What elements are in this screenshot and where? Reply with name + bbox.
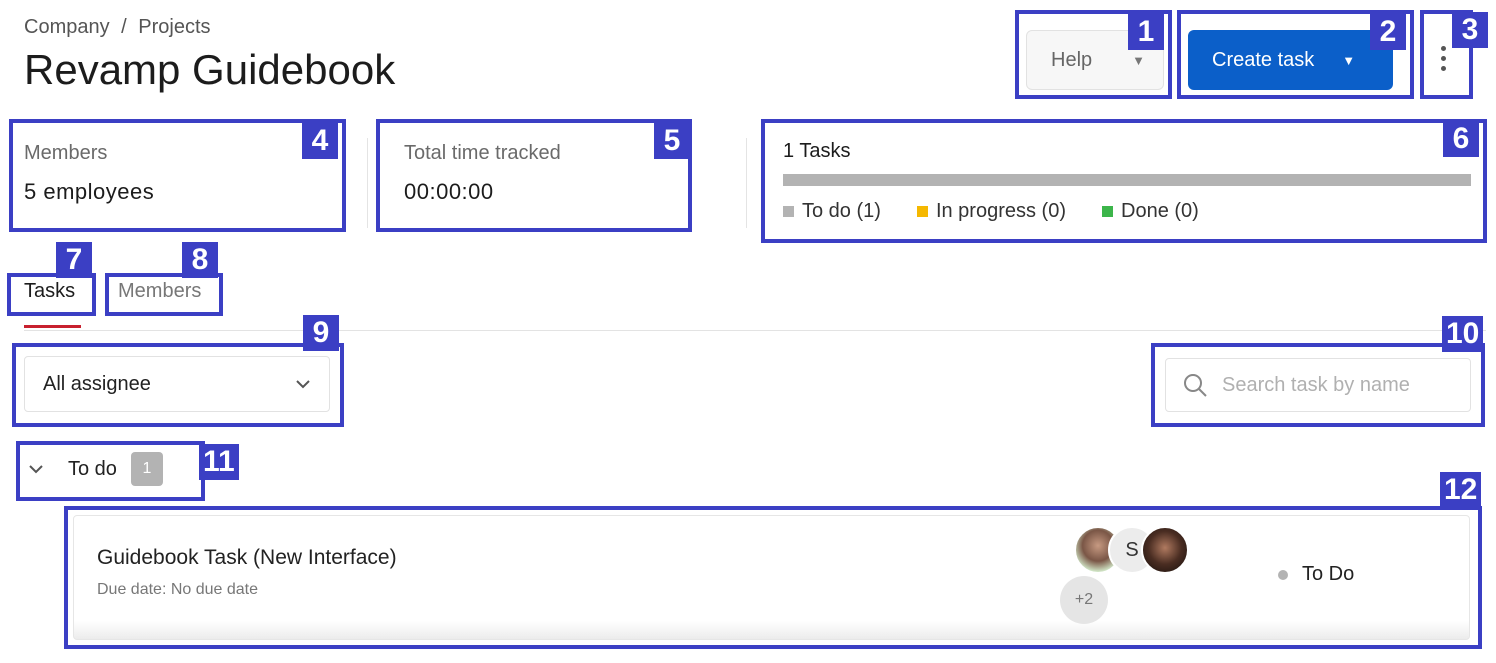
tasks-legend: To do (1) In progress (0) Done (0) <box>783 200 1199 223</box>
breadcrumb-company[interactable]: Company <box>24 16 110 38</box>
annotation-label: 3 <box>1452 12 1488 48</box>
legend-done: Done (0) <box>1102 200 1199 223</box>
task-card[interactable] <box>73 515 1470 640</box>
task-status: To Do <box>1278 563 1354 586</box>
breadcrumb: Company / Projects <box>24 16 217 39</box>
chevron-down-icon[interactable] <box>28 464 44 474</box>
members-stat-value: 5 employees <box>24 179 155 204</box>
time-tracked-label: Total time tracked <box>404 142 561 164</box>
caret-down-icon: ▼ <box>1132 52 1146 68</box>
annotation-label: 11 <box>199 444 239 480</box>
annotation-label: 9 <box>303 315 339 351</box>
task-title[interactable]: Guidebook Task (New Interface) <box>97 546 397 570</box>
annotation-label: 8 <box>182 242 218 278</box>
task-status-label: To Do <box>1302 563 1355 585</box>
annotation-label: 1 <box>1128 14 1164 50</box>
assignee-select-value: All assignee <box>43 372 151 395</box>
group-label: To do <box>68 457 117 480</box>
group-count-badge: 1 <box>130 452 163 486</box>
legend-todo: To do (1) <box>783 200 881 223</box>
search-input[interactable] <box>1222 373 1452 397</box>
annotation-label: 2 <box>1370 14 1406 50</box>
breadcrumb-projects[interactable]: Projects <box>138 16 210 38</box>
search-field[interactable] <box>1165 358 1471 412</box>
status-dot-icon <box>1278 569 1288 580</box>
tabs-divider <box>24 330 1486 331</box>
annotation-label: 7 <box>56 242 92 278</box>
annotation-label: 6 <box>1443 121 1479 157</box>
chevron-down-icon <box>296 380 310 389</box>
tab-tasks[interactable]: Tasks <box>24 280 75 303</box>
in-progress-swatch-icon <box>916 206 928 217</box>
divider <box>746 138 747 228</box>
legend-in-progress: In progress (0) <box>916 200 1066 223</box>
tasks-summary-title: 1 Tasks <box>783 140 851 162</box>
avatar <box>1141 526 1189 574</box>
active-tab-indicator <box>24 325 81 328</box>
breadcrumb-separator: / <box>121 16 127 38</box>
members-stat: Members 5 employees <box>24 142 154 205</box>
legend-in-progress-label: In progress (0) <box>935 200 1066 222</box>
legend-done-label: Done (0) <box>1121 200 1199 222</box>
task-due-date: Due date: No due date <box>97 581 259 598</box>
annotation-label: 4 <box>302 123 338 159</box>
divider <box>367 138 368 228</box>
page-title: Revamp Guidebook <box>24 46 396 93</box>
avatar-alt-text: S <box>1125 538 1139 561</box>
annotation-label: 10 <box>1442 316 1484 352</box>
more-assignees-badge: +2 <box>1060 576 1108 624</box>
legend-todo-label: To do (1) <box>802 200 881 222</box>
tab-members[interactable]: Members <box>118 280 201 303</box>
todo-swatch-icon <box>783 206 794 217</box>
annotation-label: 12 <box>1440 472 1482 508</box>
todo-group-header[interactable]: To do 1 <box>28 452 163 486</box>
time-tracked-value: 00:00:00 <box>404 179 494 204</box>
annotation-label: 5 <box>654 123 690 159</box>
search-icon <box>1184 374 1207 397</box>
create-task-label: Create task <box>1212 48 1315 71</box>
create-task-button[interactable]: Create task ▼ <box>1188 30 1393 90</box>
assignee-select[interactable]: All assignee <box>24 356 330 412</box>
caret-down-icon[interactable]: ▼ <box>1342 53 1355 68</box>
members-stat-label: Members <box>24 142 108 164</box>
done-swatch-icon <box>1102 206 1113 217</box>
time-tracked-stat: Total time tracked 00:00:00 <box>404 142 561 205</box>
help-button-label: Help <box>1051 48 1093 71</box>
tasks-progress-bar <box>783 174 1471 186</box>
